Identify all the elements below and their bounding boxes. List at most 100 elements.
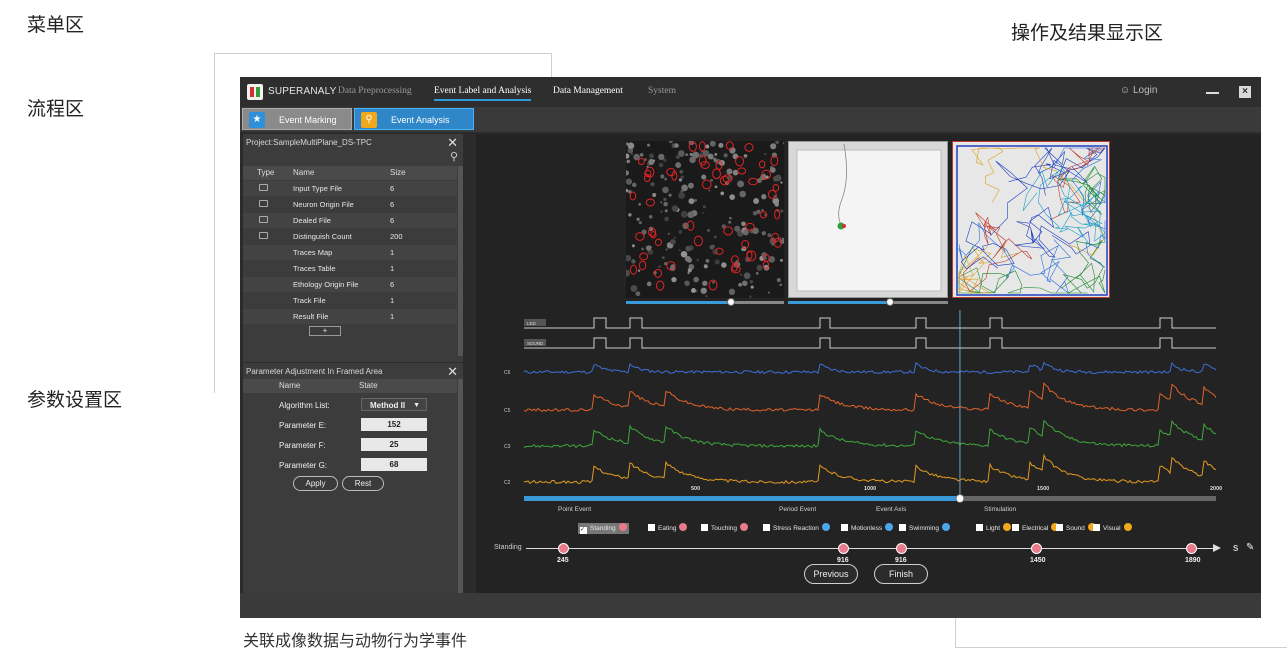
checkbox[interactable] bbox=[841, 524, 848, 531]
file-row[interactable]: Distinguish Count 200 bbox=[243, 229, 457, 244]
checkbox[interactable] bbox=[763, 524, 770, 531]
neuron-speck bbox=[631, 259, 636, 264]
file-name: Input Type File bbox=[293, 184, 343, 193]
param-e-input[interactable]: 152 bbox=[361, 418, 427, 431]
category-swimming[interactable]: Swimming bbox=[899, 523, 950, 532]
user-icon: ☺ bbox=[1120, 85, 1133, 96]
param-scrollbar[interactable] bbox=[458, 379, 463, 604]
event-marker[interactable] bbox=[838, 543, 849, 554]
stimulus-label: LED bbox=[527, 321, 537, 326]
neuron-speck bbox=[780, 181, 783, 184]
neuron-slider-knob[interactable] bbox=[727, 298, 735, 306]
col-type: Type bbox=[257, 168, 275, 177]
neuron-speck bbox=[626, 269, 630, 277]
login-button[interactable]: ☺ Login bbox=[1120, 85, 1157, 96]
neuron-speck bbox=[630, 285, 638, 292]
edit-icon[interactable]: ✎ bbox=[1246, 542, 1254, 553]
event-marker[interactable] bbox=[558, 543, 569, 554]
neuron-speck bbox=[767, 233, 772, 238]
file-row[interactable]: Ethology Origin File 6 bbox=[243, 277, 457, 292]
search-icon[interactable]: ⚲ bbox=[450, 150, 458, 163]
roi-ring bbox=[655, 280, 665, 291]
checkbox[interactable] bbox=[648, 524, 655, 531]
checkbox[interactable] bbox=[1012, 524, 1019, 531]
param-e-label: Parameter E: bbox=[279, 421, 327, 430]
previous-button[interactable]: Previous bbox=[804, 564, 858, 584]
event-marker[interactable] bbox=[1186, 543, 1197, 554]
arena-slider-knob[interactable] bbox=[886, 298, 894, 306]
tab-event-analysis[interactable]: ⚲ Event Analysis bbox=[354, 108, 474, 130]
file-row[interactable]: Traces Table 1 bbox=[243, 261, 457, 276]
minimize-button[interactable] bbox=[1206, 92, 1219, 94]
checkbox[interactable] bbox=[976, 524, 983, 531]
param-e-row: Parameter E: 152 bbox=[243, 416, 457, 435]
category-sound[interactable]: Sound bbox=[1056, 523, 1096, 532]
neuron-speck bbox=[626, 255, 632, 262]
close-button[interactable]: × bbox=[1239, 86, 1251, 98]
neuron-slider[interactable] bbox=[626, 298, 784, 306]
project-panel: Project:SampleMultiPlane_DS-TPC ✕ ⚲ Type… bbox=[243, 134, 463, 362]
menu-system[interactable]: System bbox=[648, 86, 676, 96]
login-label: Login bbox=[1133, 85, 1158, 96]
neuron-speck bbox=[626, 170, 630, 176]
neuron-speck bbox=[702, 280, 708, 287]
file-row[interactable]: Neuron Origin File 6 bbox=[243, 197, 457, 212]
project-scrollbar[interactable] bbox=[458, 166, 463, 356]
neuron-speck bbox=[698, 153, 704, 158]
channel-label: C2 bbox=[504, 480, 511, 486]
apply-button[interactable]: Apply bbox=[293, 476, 338, 491]
neuron-speck bbox=[780, 258, 784, 262]
file-row[interactable]: Dealed File 6 bbox=[243, 213, 457, 228]
neuron-speck bbox=[687, 211, 695, 219]
param-close-icon[interactable]: ✕ bbox=[447, 364, 458, 380]
file-size: 1 bbox=[390, 312, 395, 321]
algorithm-select[interactable]: Method II bbox=[361, 398, 427, 412]
x-tick-label: 1500 bbox=[1037, 486, 1049, 492]
category-eating[interactable]: Eating bbox=[648, 523, 688, 532]
tab-event-marking[interactable]: ★ Event Marking bbox=[242, 108, 352, 130]
menu-data-management[interactable]: Data Management bbox=[553, 86, 623, 96]
menu-data-preprocessing[interactable]: Data Preprocessing bbox=[338, 86, 412, 96]
checkbox[interactable] bbox=[701, 524, 708, 531]
category-electrical[interactable]: Electrical bbox=[1012, 523, 1060, 532]
event-marker[interactable] bbox=[1031, 543, 1042, 554]
calcium-trace bbox=[523, 453, 1217, 485]
file-row[interactable]: Track File 1 bbox=[243, 293, 457, 308]
category-touching[interactable]: Touching bbox=[701, 523, 749, 532]
checkbox[interactable]: ✓ bbox=[580, 527, 587, 534]
project-close-icon[interactable]: ✕ bbox=[447, 135, 458, 151]
file-size: 6 bbox=[390, 280, 395, 289]
neuron-speck bbox=[662, 256, 665, 259]
event-marker[interactable] bbox=[896, 543, 907, 554]
param-f-input[interactable]: 25 bbox=[361, 438, 427, 451]
file-row[interactable]: Traces Map 1 bbox=[243, 245, 457, 260]
menu-event-label-analysis[interactable]: Event Label and Analysis bbox=[434, 86, 532, 101]
checkbox[interactable] bbox=[899, 524, 906, 531]
checkbox[interactable] bbox=[1056, 524, 1063, 531]
finish-button[interactable]: Finish bbox=[874, 564, 928, 584]
neuron-speck bbox=[755, 272, 759, 275]
category-light[interactable]: Light bbox=[976, 523, 1012, 532]
checkbox[interactable] bbox=[1093, 524, 1100, 531]
trajectory-path bbox=[958, 245, 1070, 294]
reset-button[interactable]: Rest bbox=[342, 476, 384, 491]
category-visual[interactable]: Visual bbox=[1093, 523, 1132, 532]
track-image bbox=[952, 141, 1110, 298]
category-stress-reaction[interactable]: Stress Reaction bbox=[763, 523, 830, 532]
arena-slider[interactable] bbox=[788, 298, 948, 306]
file-row[interactable]: Result File 1 bbox=[243, 309, 457, 324]
file-size: 1 bbox=[390, 264, 395, 273]
category-motionless[interactable]: Motionless bbox=[841, 523, 894, 532]
neuron-speck bbox=[718, 142, 724, 148]
neuron-speck bbox=[689, 152, 693, 157]
neuron-speck bbox=[685, 153, 689, 157]
file-row[interactable]: Input Type File 6 bbox=[243, 181, 457, 196]
category-count-icon bbox=[679, 523, 688, 531]
neuron-speck bbox=[687, 182, 694, 189]
param-g-input[interactable]: 68 bbox=[361, 458, 427, 471]
file-type-icon bbox=[259, 232, 268, 239]
category-count-icon bbox=[821, 523, 830, 531]
category-standing[interactable]: ✓ Standing bbox=[578, 523, 629, 534]
result-area-callout: 操作及结果显示区 bbox=[1011, 22, 1164, 44]
add-file-button[interactable]: + bbox=[309, 326, 341, 336]
